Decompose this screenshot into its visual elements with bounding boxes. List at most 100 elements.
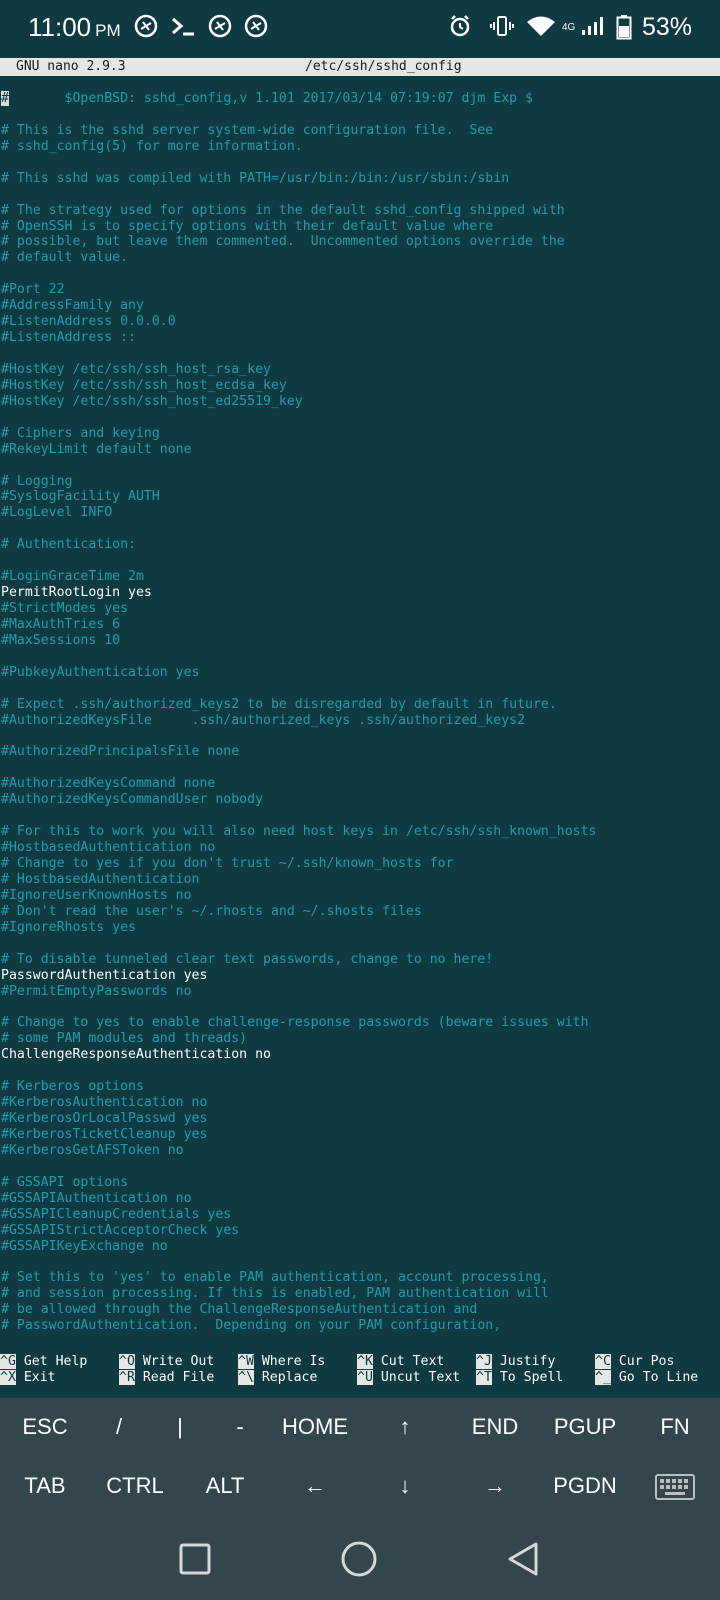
editor-line[interactable]: #GSSAPIAuthentication no — [0, 1191, 720, 1207]
editor-line[interactable]: # For this to work you will also need ho… — [0, 824, 720, 840]
back-triangle-icon[interactable] — [506, 1540, 540, 1578]
editor-line[interactable] — [0, 410, 720, 426]
key-dash[interactable]: - — [200, 1402, 280, 1452]
editor-line[interactable]: # sshd_config(5) for more information. — [0, 139, 720, 155]
editor-line[interactable] — [0, 1159, 720, 1175]
editor-line[interactable]: #LogLevel INFO — [0, 505, 720, 521]
editor-line[interactable]: # GSSAPI options — [0, 1175, 720, 1191]
shortcut-where-is[interactable]: ^W Where Is — [238, 1354, 325, 1370]
shortcut-exit[interactable]: ^X Exit — [0, 1370, 56, 1386]
editor-line[interactable]: # Don't read the user's ~/.rhosts and ~/… — [0, 904, 720, 920]
editor-line[interactable]: # and session processing. If this is ena… — [0, 1286, 720, 1302]
editor-line[interactable] — [0, 808, 720, 824]
editor-line[interactable] — [0, 729, 720, 745]
shortcut-to-spell[interactable]: ^T To Spell — [476, 1370, 563, 1386]
editor-line[interactable]: # This is the sshd server system-wide co… — [0, 123, 720, 139]
editor-line[interactable]: # $OpenBSD: sshd_config,v 1.101 2017/03/… — [0, 91, 720, 107]
editor-line[interactable] — [0, 155, 720, 171]
editor-line[interactable]: # possible, but leave them commented. Un… — [0, 234, 720, 250]
editor-line[interactable]: #IgnoreRhosts yes — [0, 920, 720, 936]
editor-line[interactable]: #GSSAPIKeyExchange no — [0, 1239, 720, 1255]
editor-line[interactable]: #KerberosAuthentication no — [0, 1095, 720, 1111]
editor-line[interactable]: #MaxAuthTries 6 — [0, 617, 720, 633]
key-left-arrow[interactable]: ← — [275, 1461, 355, 1511]
editor-line[interactable]: # This sshd was compiled with PATH=/usr/… — [0, 171, 720, 187]
key-right-arrow[interactable]: → — [455, 1461, 535, 1511]
editor-line[interactable] — [0, 760, 720, 776]
shortcut-replace[interactable]: ^\ Replace — [238, 1370, 317, 1386]
editor-line[interactable]: #ListenAddress 0.0.0.0 — [0, 314, 720, 330]
editor-line[interactable] — [0, 187, 720, 203]
editor-line[interactable]: # The strategy used for options in the d… — [0, 203, 720, 219]
key-up-arrow[interactable]: ↑ — [365, 1402, 445, 1452]
editor-line[interactable] — [0, 1254, 720, 1270]
editor-line[interactable]: # Expect .ssh/authorized_keys2 to be dis… — [0, 697, 720, 713]
editor-line[interactable]: #AuthorizedKeysCommandUser nobody — [0, 792, 720, 808]
key-pgup[interactable]: PGUP — [545, 1402, 625, 1452]
editor-line[interactable] — [0, 458, 720, 474]
editor-line[interactable] — [0, 936, 720, 952]
editor-line[interactable]: # Ciphers and keying — [0, 426, 720, 442]
recents-square-icon[interactable] — [178, 1542, 212, 1576]
key-tab[interactable]: TAB — [5, 1461, 85, 1511]
shortcut-go-to-line[interactable]: ^_ Go To Line — [595, 1370, 698, 1386]
editor-line[interactable]: # To disable tunneled clear text passwor… — [0, 952, 720, 968]
editor-line[interactable] — [0, 521, 720, 537]
editor-line[interactable]: # PasswordAuthentication. Depending on y… — [0, 1318, 720, 1334]
editor-line[interactable]: #SyslogFacility AUTH — [0, 489, 720, 505]
editor-line[interactable]: # Change to yes if you don't trust ~/.ss… — [0, 856, 720, 872]
key-ctrl[interactable]: CTRL — [95, 1461, 175, 1511]
editor-line[interactable] — [0, 649, 720, 665]
key-pgdn[interactable]: PGDN — [545, 1461, 625, 1511]
editor-line[interactable]: #GSSAPICleanupCredentials yes — [0, 1207, 720, 1223]
editor-line[interactable]: #Port 22 — [0, 282, 720, 298]
editor-line[interactable]: #ListenAddress :: — [0, 330, 720, 346]
editor-line[interactable]: # be allowed through the ChallengeRespon… — [0, 1302, 720, 1318]
editor-line[interactable] — [0, 999, 720, 1015]
editor-line[interactable]: # some PAM modules and threads) — [0, 1031, 720, 1047]
editor-line[interactable] — [0, 681, 720, 697]
editor-line[interactable]: #LoginGraceTime 2m — [0, 569, 720, 585]
editor-line[interactable] — [0, 266, 720, 282]
editor-line[interactable]: #KerberosGetAFSToken no — [0, 1143, 720, 1159]
editor-line[interactable]: #KerberosTicketCleanup yes — [0, 1127, 720, 1143]
editor-line[interactable]: #HostKey /etc/ssh/ssh_host_rsa_key — [0, 362, 720, 378]
shortcut-get-help[interactable]: ^G Get Help — [0, 1354, 87, 1370]
editor-line[interactable]: #IgnoreUserKnownHosts no — [0, 888, 720, 904]
shortcut-cut-text[interactable]: ^K Cut Text — [357, 1354, 444, 1370]
editor-line[interactable]: PermitRootLogin yes — [0, 585, 720, 601]
editor-line[interactable]: # Logging — [0, 474, 720, 490]
shortcut-cur-pos[interactable]: ^C Cur Pos — [595, 1354, 674, 1370]
editor-line[interactable]: # HostbasedAuthentication — [0, 872, 720, 888]
editor-text-area[interactable]: # $OpenBSD: sshd_config,v 1.101 2017/03/… — [0, 91, 720, 1336]
editor-line[interactable]: #HostKey /etc/ssh/ssh_host_ed25519_key — [0, 394, 720, 410]
key-alt[interactable]: ALT — [185, 1461, 265, 1511]
key-home[interactable]: HOME — [275, 1402, 355, 1452]
editor-line[interactable]: #StrictModes yes — [0, 601, 720, 617]
editor-line[interactable]: #MaxSessions 10 — [0, 633, 720, 649]
editor-line[interactable]: #GSSAPIStrictAcceptorCheck yes — [0, 1223, 720, 1239]
editor-line[interactable]: #RekeyLimit default none — [0, 442, 720, 458]
key-esc[interactable]: ESC — [5, 1402, 85, 1452]
keyboard-icon[interactable] — [635, 1461, 715, 1511]
shortcut-uncut-text[interactable]: ^U Uncut Text — [357, 1370, 460, 1386]
editor-line[interactable]: # Set this to 'yes' to enable PAM authen… — [0, 1270, 720, 1286]
editor-line[interactable]: #KerberosOrLocalPasswd yes — [0, 1111, 720, 1127]
editor-line[interactable] — [0, 553, 720, 569]
editor-line[interactable]: #PubkeyAuthentication yes — [0, 665, 720, 681]
editor-line[interactable]: #HostKey /etc/ssh/ssh_host_ecdsa_key — [0, 378, 720, 394]
key-fn[interactable]: FN — [635, 1402, 715, 1452]
editor-line[interactable]: # OpenSSH is to specify options with the… — [0, 219, 720, 235]
editor-line[interactable]: # Authentication: — [0, 537, 720, 553]
editor-line[interactable]: ChallengeResponseAuthentication no — [0, 1047, 720, 1063]
editor-line[interactable]: #HostbasedAuthentication no — [0, 840, 720, 856]
shortcut-read-file[interactable]: ^R Read File — [119, 1370, 214, 1386]
editor-line[interactable]: #AuthorizedKeysFile .ssh/authorized_keys… — [0, 713, 720, 729]
editor-line[interactable]: # Change to yes to enable challenge-resp… — [0, 1015, 720, 1031]
key-end[interactable]: END — [455, 1402, 535, 1452]
shortcut-justify[interactable]: ^J Justify — [476, 1354, 555, 1370]
editor-line[interactable]: # Kerberos options — [0, 1079, 720, 1095]
shortcut-write-out[interactable]: ^O Write Out — [119, 1354, 214, 1370]
editor-line[interactable]: #PermitEmptyPasswords no — [0, 984, 720, 1000]
editor-line[interactable]: #AuthorizedKeysCommand none — [0, 776, 720, 792]
